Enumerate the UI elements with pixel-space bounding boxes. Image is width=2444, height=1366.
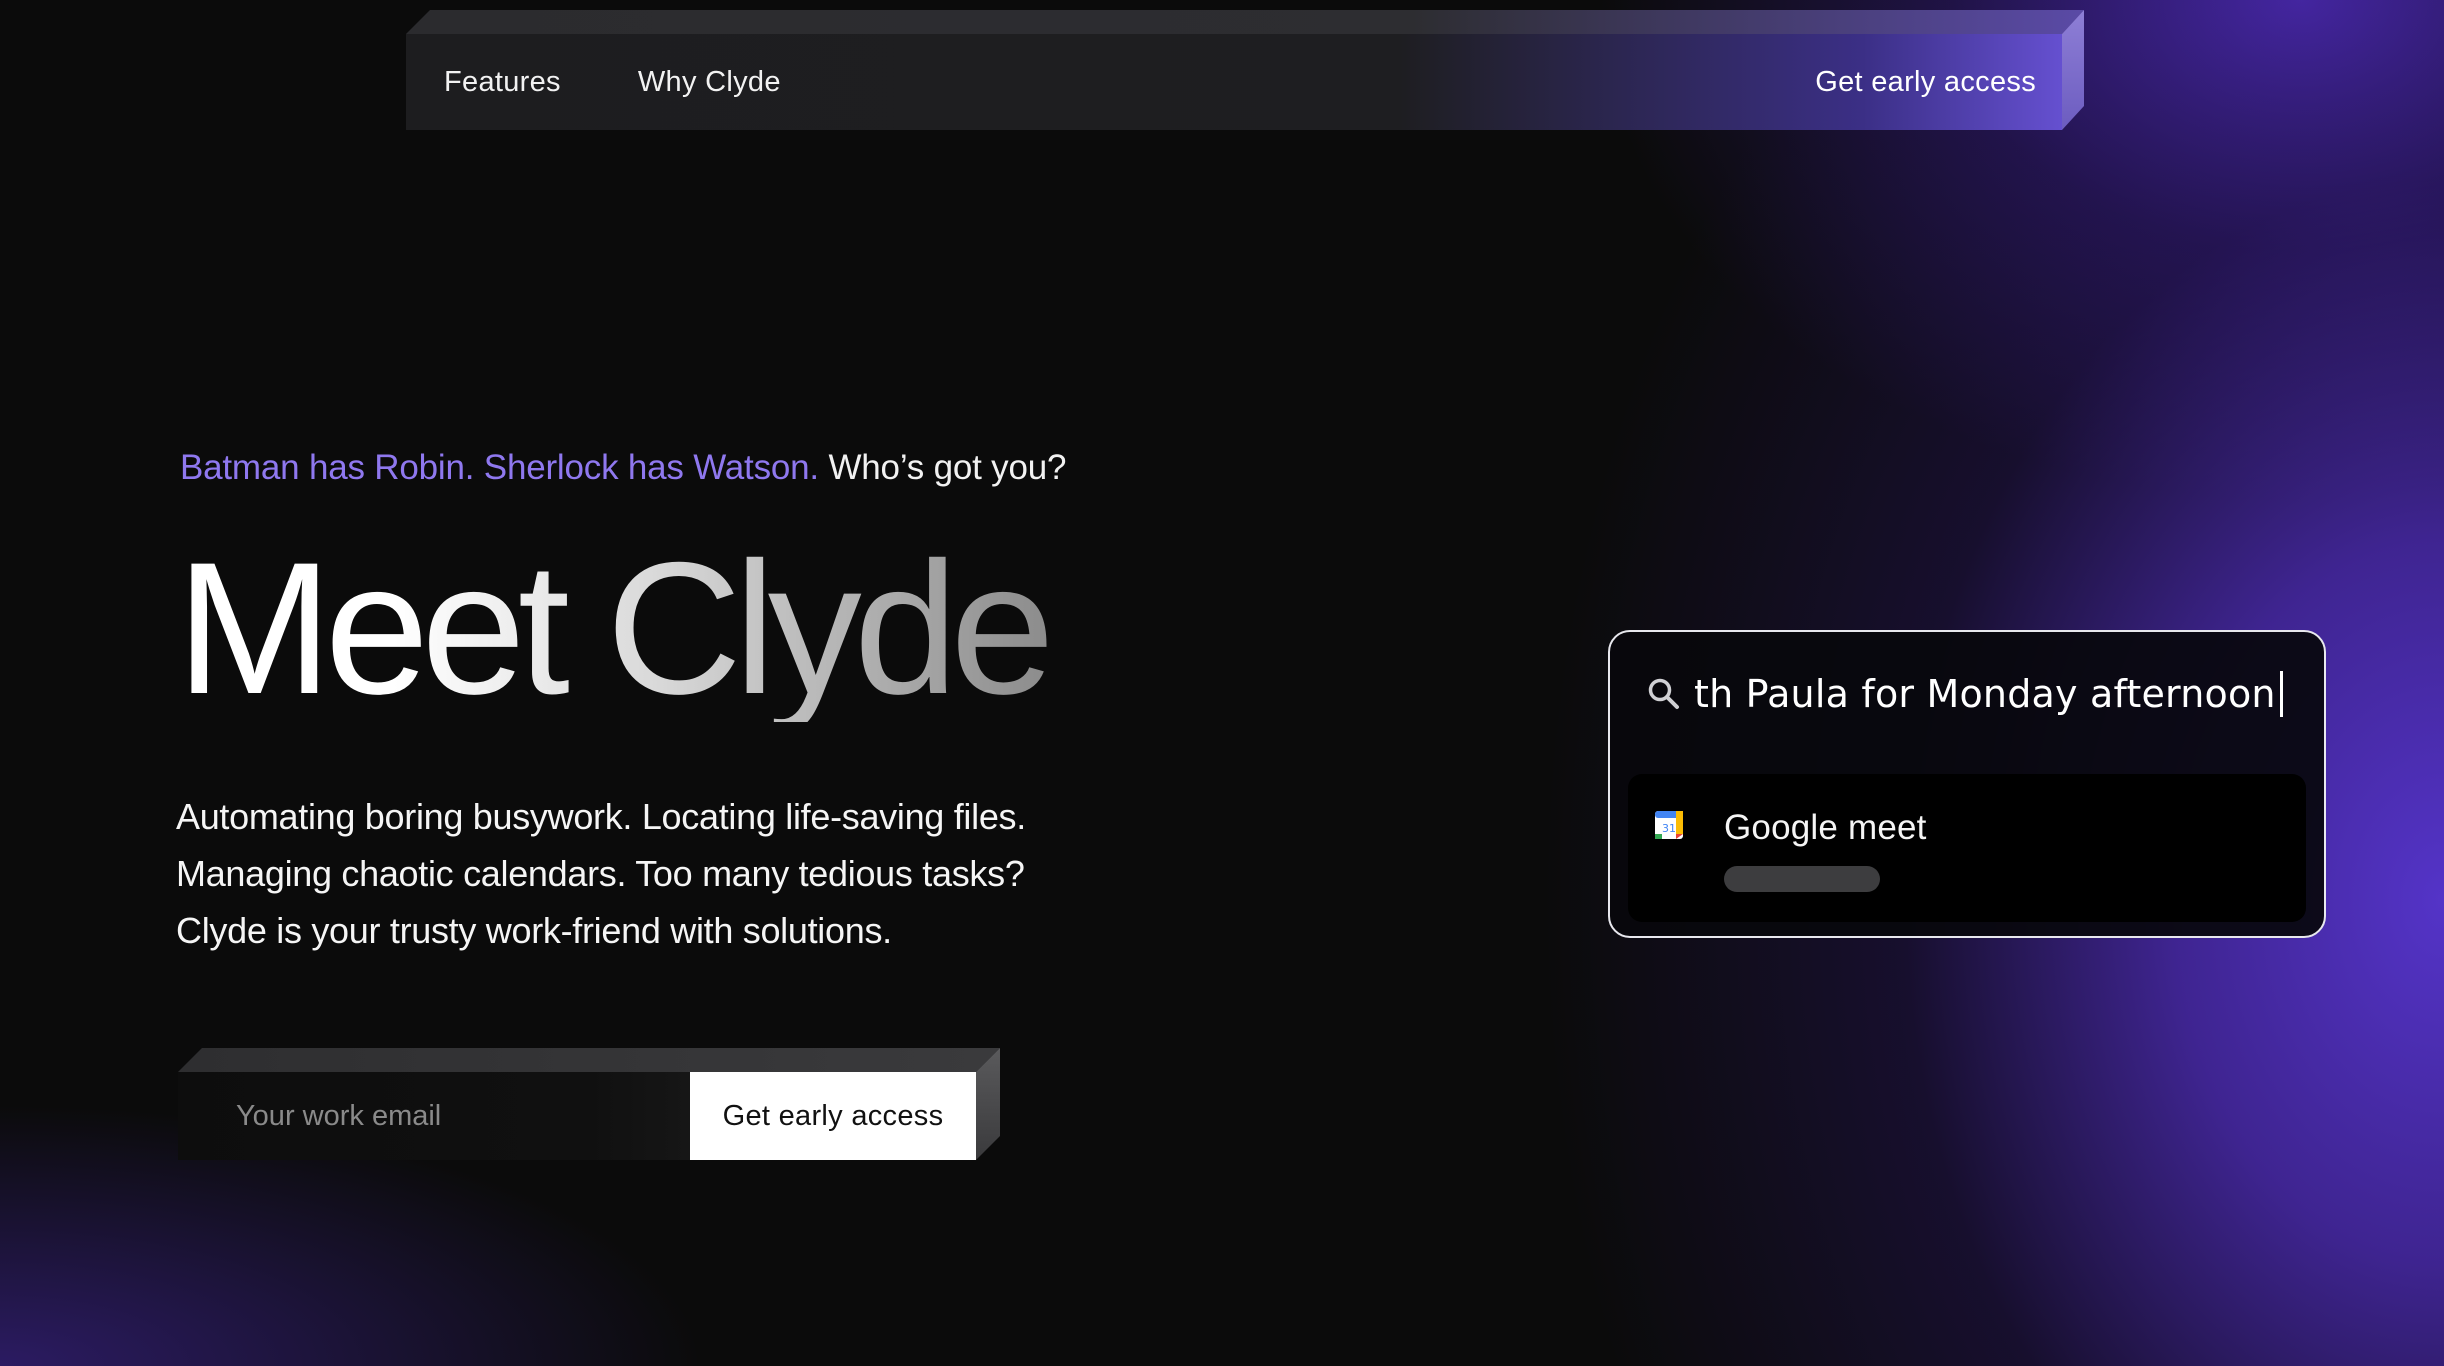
nav-top-bevel <box>406 10 2084 34</box>
hero-description-line: Clyde is your trusty work-friend with so… <box>176 910 892 951</box>
command-query-text: th Paula for Monday afternoon <box>1694 672 2276 716</box>
top-nav: Features Why Clyde Get early access <box>406 10 2084 130</box>
hero-description: Automating boring busywork. Locating lif… <box>176 788 1176 959</box>
svg-text:31: 31 <box>1662 822 1676 835</box>
nav-get-early-access-link[interactable]: Get early access <box>1815 66 2036 99</box>
command-palette-card: th Paula for Monday afternoon 31 Google … <box>1608 630 2326 938</box>
result-title: Google meet <box>1724 808 1927 847</box>
hero-description-line: Managing chaotic calendars. Too many ted… <box>176 853 1025 894</box>
landing-page: Features Why Clyde Get early access Batm… <box>0 0 2444 1366</box>
tagline-highlight: Batman has Robin. Sherlock has Watson. <box>180 448 819 487</box>
form-top-bevel <box>178 1048 1000 1072</box>
text-caret <box>2279 671 2283 717</box>
signup-form: Get early access <box>178 1048 1000 1160</box>
search-icon <box>1648 678 1679 709</box>
hero-description-line: Automating boring busywork. Locating lif… <box>176 796 1026 837</box>
nav-link-features[interactable]: Features <box>444 66 561 99</box>
work-email-input[interactable] <box>178 1072 690 1160</box>
tagline-question: Who’s got you? <box>818 448 1067 487</box>
command-search-field[interactable]: th Paula for Monday afternoon <box>1646 662 2300 726</box>
result-subtitle-placeholder <box>1724 866 1880 892</box>
signup-form-body: Get early access <box>178 1072 976 1160</box>
nav-link-why-clyde[interactable]: Why Clyde <box>638 66 781 99</box>
google-calendar-icon: 31 <box>1655 811 1683 839</box>
get-early-access-button[interactable]: Get early access <box>690 1072 976 1160</box>
result-item-google-meet[interactable]: 31 Google meet <box>1628 774 2306 922</box>
hero-title: Meet Clyde <box>176 523 1055 733</box>
hero-tagline: Batman has Robin. Sherlock has Watson. W… <box>180 448 1066 488</box>
nav-bar: Features Why Clyde Get early access <box>406 34 2062 130</box>
